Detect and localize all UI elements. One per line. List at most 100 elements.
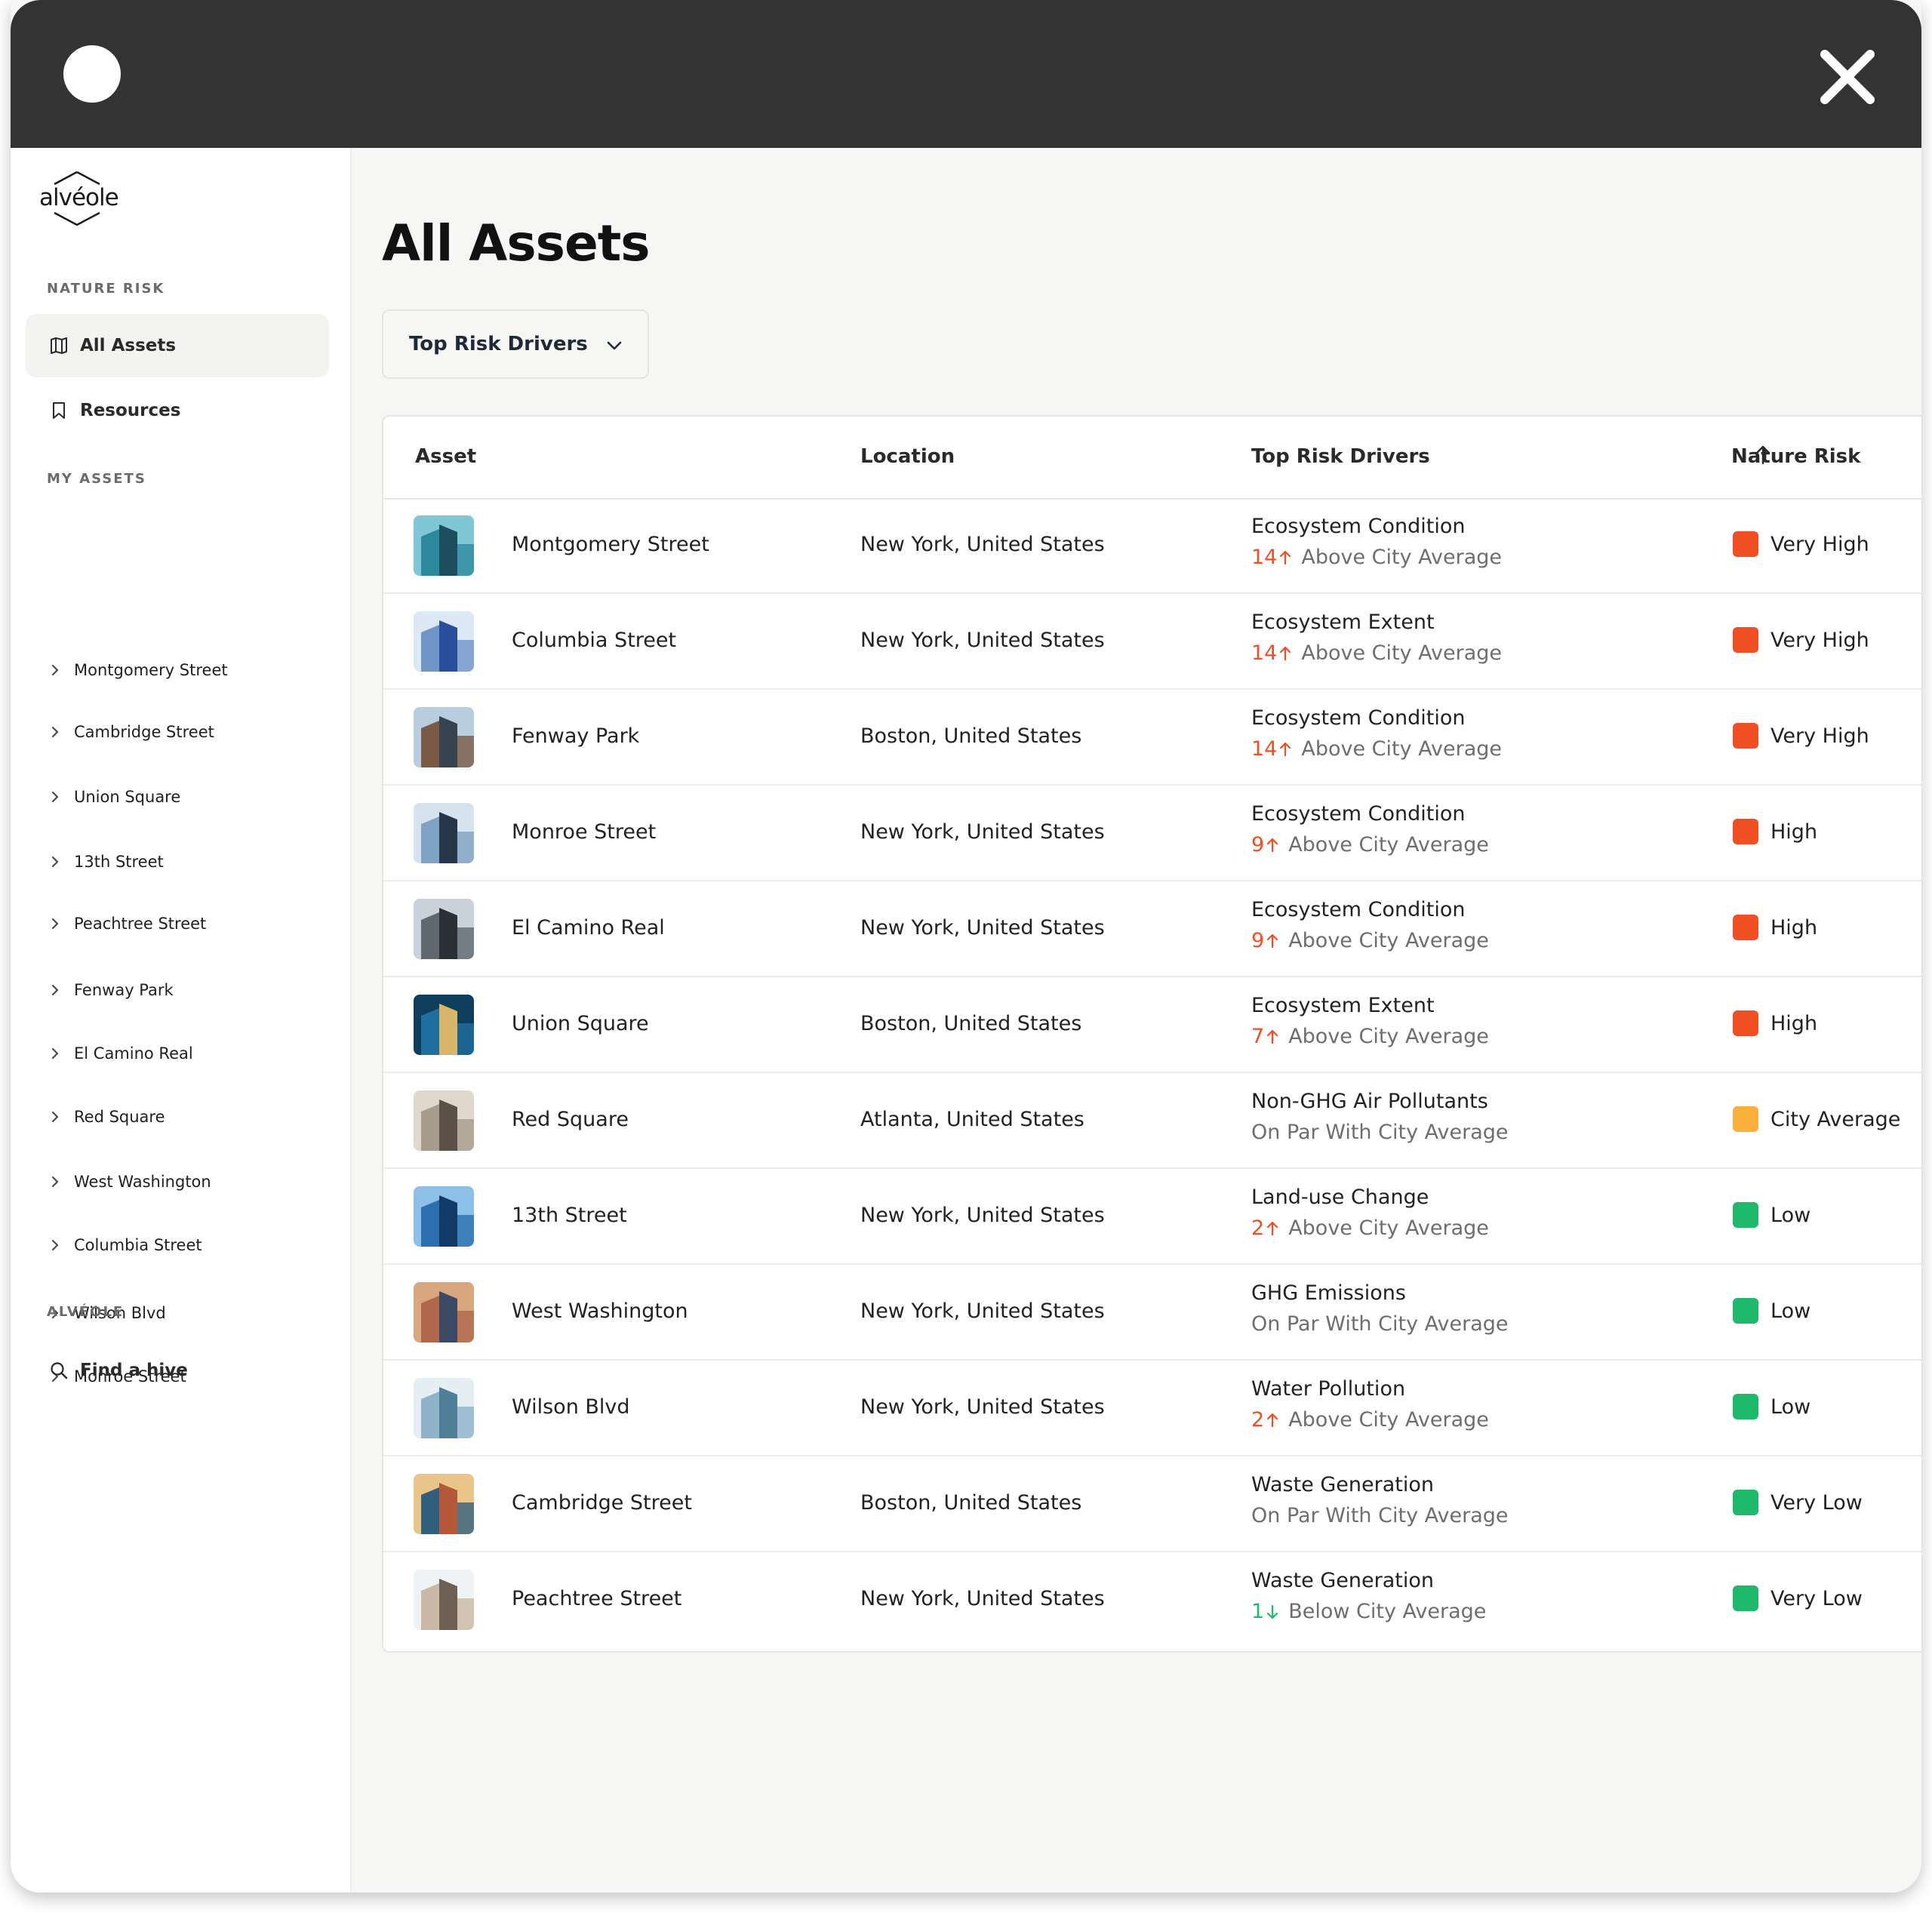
sidebar-asset-link[interactable]: Cambridge Street [47,717,341,747]
risk-level-swatch [1733,915,1758,940]
risk-driver-name: Water Pollution [1251,1377,1406,1401]
section-my-assets: MY ASSETS [47,471,146,487]
asset-thumbnail [414,515,474,576]
asset-name[interactable]: Red Square [512,1108,629,1131]
sidebar-asset-link[interactable]: West Washington [47,1167,341,1197]
table-row[interactable]: Montgomery Street New York, United States… [383,498,1921,594]
sidebar-asset-link[interactable]: Peachtree Street [47,909,341,939]
asset-thumbnail [414,1378,474,1438]
asset-name[interactable]: Montgomery Street [512,533,709,556]
nature-risk-badge: City Average [1733,1106,1900,1132]
nav-resources[interactable]: Resources [26,379,329,442]
risk-driver-name: Land-use Change [1251,1186,1429,1209]
table-row[interactable]: Monroe Street New York, United States Ecos… [383,786,1921,881]
risk-level-swatch [1733,1202,1758,1228]
nav-all-assets[interactable]: All Assets [26,314,329,377]
column-header-asset[interactable]: Asset [415,445,476,468]
nature-risk-badge: Very High [1733,531,1869,557]
asset-thumbnail [414,803,474,863]
asset-name[interactable]: Union Square [512,1012,649,1035]
comparison-text: On Par With City Average [1251,1504,1509,1527]
risk-level-label: Low [1770,1299,1811,1323]
top-risk-driver: Ecosystem Extent 7 Above City Average [1251,994,1489,1048]
risk-driver-name: Waste Generation [1251,1569,1434,1592]
asset-name[interactable]: Peachtree Street [512,1587,681,1610]
sidebar-asset-label: Red Square [74,1108,165,1126]
logo[interactable]: alvéole [39,168,119,228]
sidebar-asset-link[interactable]: Montgomery Street [47,655,341,685]
sidebar-asset-link[interactable]: Union Square [47,782,341,812]
asset-name[interactable]: El Camino Real [512,916,665,940]
table-row[interactable]: Peachtree Street New York, United States W… [383,1552,1921,1648]
assets-table: Asset Location Top Risk Drivers Nature R… [382,415,1921,1653]
close-button[interactable] [1819,48,1876,106]
chevron-right-icon [47,790,63,804]
risk-delta-value: 7 [1251,1025,1265,1048]
risk-delta-value: 9 [1251,929,1265,952]
asset-location: New York, United States [860,629,1105,652]
chevron-right-icon [47,1047,63,1060]
comparison-text: Above City Average [1288,929,1489,952]
sort-ascending-icon[interactable] [1754,444,1772,465]
comparison-text: On Par With City Average [1251,1121,1509,1144]
arrow-up-icon [1280,550,1291,565]
table-row[interactable]: West Washington New York, United States GH… [383,1265,1921,1361]
chevron-right-icon [47,1238,63,1252]
sidebar-asset-link[interactable]: 13th Street [47,847,341,877]
asset-thumbnail [414,899,474,959]
risk-delta-value: 2 [1251,1408,1265,1432]
table-row[interactable]: Columbia Street New York, United States Ec… [383,594,1921,690]
top-risk-driver: Waste Generation 1 Below City Average [1251,1569,1486,1623]
sidebar-asset-link[interactable]: Red Square [47,1102,341,1132]
table-row[interactable]: El Camino Real New York, United States Eco… [383,881,1921,977]
asset-location: Atlanta, United States [860,1108,1084,1131]
asset-name[interactable]: Wilson Blvd [512,1395,630,1419]
nature-risk-badge: High [1733,819,1817,844]
sidebar-asset-link[interactable]: Fenway Park [47,975,341,1005]
top-risk-driver: Ecosystem Condition 14 Above City Average [1251,515,1502,569]
table-row[interactable]: 13th Street New York, United States Land-u… [383,1169,1921,1265]
asset-name[interactable]: Columbia Street [512,629,676,652]
chevron-down-icon [607,341,622,350]
top-risk-driver: Waste Generation On Par With City Average [1251,1473,1509,1527]
column-header-top-risk-drivers[interactable]: Top Risk Drivers [1251,445,1430,468]
asset-name[interactable]: 13th Street [512,1204,627,1227]
table-row[interactable]: Fenway Park Boston, United States Ecosyste… [383,690,1921,786]
sidebar-asset-link[interactable]: Columbia Street [47,1230,341,1260]
comparison-text: Above City Average [1288,1408,1489,1432]
asset-name[interactable]: West Washington [512,1299,688,1323]
comparison-text: Above City Average [1301,737,1503,761]
risk-driver-comparison: 2 Above City Average [1251,1216,1489,1240]
arrow-up-icon [1267,1221,1278,1236]
sidebar-asset-link[interactable]: El Camino Real [47,1038,341,1069]
nature-risk-badge: Low [1733,1202,1810,1228]
app-window: alvéole NATURE RISK All Assets Resources… [11,0,1921,1893]
risk-delta-value: 9 [1251,833,1265,857]
table-row[interactable]: Red Square Atlanta, United States Non-GHG … [383,1073,1921,1169]
sidebar: alvéole NATURE RISK All Assets Resources… [11,148,352,1893]
risk-driver-name: Non-GHG Air Pollutants [1251,1090,1488,1113]
risk-driver-name: Ecosystem Extent [1251,994,1435,1017]
sidebar-asset-label: Cambridge Street [74,723,214,741]
column-header-location[interactable]: Location [860,445,955,468]
asset-name[interactable]: Monroe Street [512,820,656,844]
asset-location: Boston, United States [860,1491,1082,1515]
table-row[interactable]: Union Square Boston, United States Ecosyst… [383,977,1921,1073]
asset-name[interactable]: Fenway Park [512,724,639,748]
comparison-text: Above City Average [1288,833,1489,857]
risk-level-label: High [1770,820,1818,844]
find-hive-link[interactable]: Find a hive [26,1339,329,1402]
column-header-nature-risk[interactable]: Nature Risk [1731,445,1860,468]
page-title: All Assets [382,214,651,272]
risk-driver-name: Ecosystem Extent [1251,610,1435,634]
table-row[interactable]: Cambridge Street Boston, United States Was… [383,1456,1921,1552]
logo-text: alvéole [39,184,119,211]
map-icon [48,335,69,356]
asset-location: New York, United States [860,1587,1105,1610]
table-row[interactable]: Wilson Blvd New York, United States Water … [383,1361,1921,1456]
asset-name[interactable]: Cambridge Street [512,1491,692,1515]
arrow-up-icon [1267,1029,1278,1044]
asset-thumbnail [414,611,474,672]
top-risk-drivers-dropdown[interactable]: Top Risk Drivers [382,309,649,379]
risk-level-label: Very High [1770,724,1869,748]
